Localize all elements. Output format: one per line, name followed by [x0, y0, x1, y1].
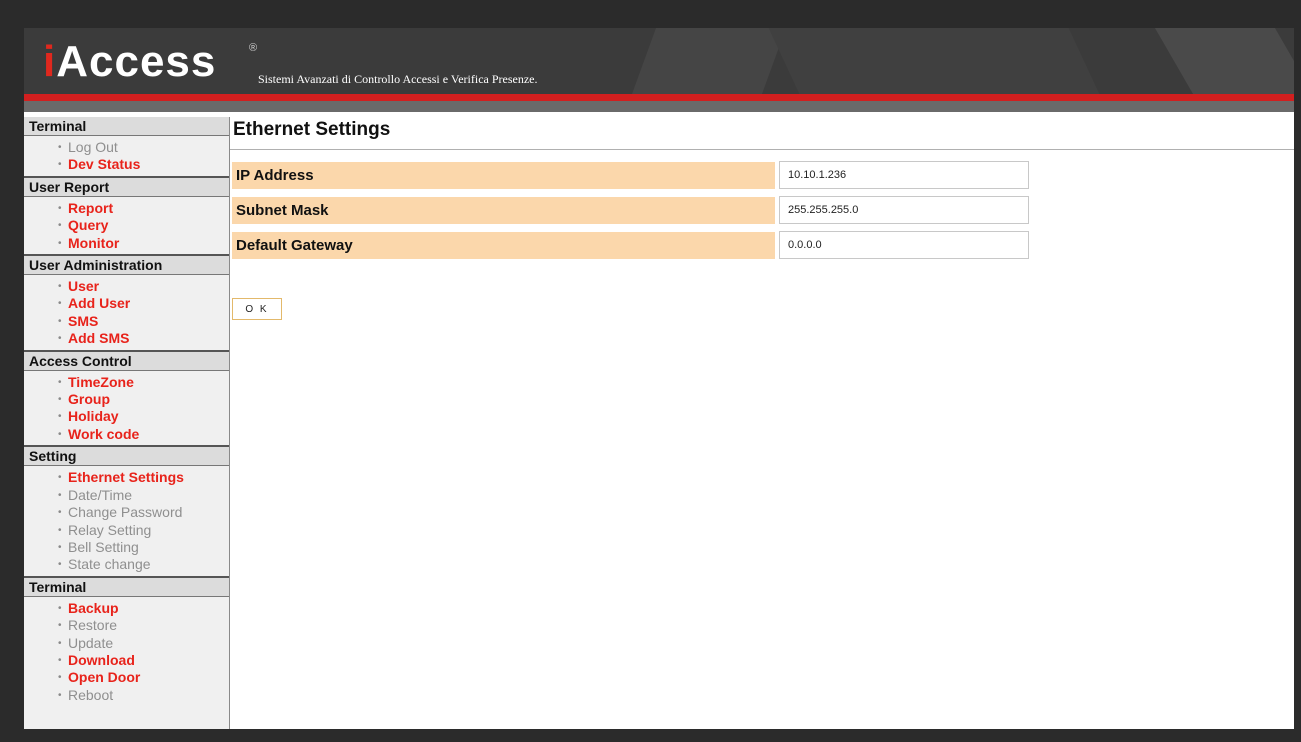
header-red-stripe	[24, 94, 1294, 101]
ip-address-label: IP Address	[232, 162, 775, 189]
menu-item-timezone[interactable]: TimeZone	[24, 374, 229, 392]
menu-list: Ethernet Settings Date/Time Change Passw…	[24, 466, 229, 575]
section-header-user-administration: User Administration	[24, 254, 229, 276]
menu-item-user[interactable]: User	[24, 278, 229, 296]
menu-item-relay-setting[interactable]: Relay Setting	[24, 522, 229, 540]
menu-item-log-out[interactable]: Log Out	[24, 139, 229, 157]
section-header-setting: Setting	[24, 445, 229, 467]
menu-list: Report Query Monitor	[24, 197, 229, 254]
menu-item-bell-setting[interactable]: Bell Setting	[24, 539, 229, 557]
logo-text: Access	[56, 37, 217, 86]
iaccess-logo: iAccess	[43, 40, 216, 84]
menu-item-open-door[interactable]: Open Door	[24, 669, 229, 687]
app-window: iAccess ® Sistemi Avanzati di Controllo …	[24, 28, 1294, 729]
menu-item-holiday[interactable]: Holiday	[24, 408, 229, 426]
subnet-mask-input[interactable]	[779, 196, 1029, 224]
menu-item-update[interactable]: Update	[24, 635, 229, 653]
menu-item-restore[interactable]: Restore	[24, 617, 229, 635]
menu-item-state-change[interactable]: State change	[24, 556, 229, 574]
section-header-user-report: User Report	[24, 175, 229, 197]
menu-item-ethernet-settings[interactable]: Ethernet Settings	[24, 469, 229, 487]
registered-mark: ®	[249, 42, 258, 54]
header-decoration	[631, 28, 787, 94]
header-decoration	[768, 28, 1100, 94]
ok-button[interactable]: O K	[232, 298, 282, 320]
section-header-terminal: Terminal	[24, 575, 229, 597]
title-divider	[230, 149, 1294, 150]
menu-item-download[interactable]: Download	[24, 652, 229, 670]
header-decoration	[1154, 28, 1294, 94]
section-header-access-control: Access Control	[24, 349, 229, 371]
main-content: Ethernet Settings IP Address Subnet Mask…	[230, 117, 1294, 729]
menu-list: User Add User SMS Add SMS	[24, 275, 229, 350]
menu-item-date-time[interactable]: Date/Time	[24, 487, 229, 505]
ip-address-input[interactable]	[779, 161, 1029, 189]
sidebar-nav: Terminal Log Out Dev Status User Report …	[24, 117, 230, 729]
menu-item-query[interactable]: Query	[24, 217, 229, 235]
menu-item-sms[interactable]: SMS	[24, 313, 229, 331]
menu-list: TimeZone Group Holiday Work code	[24, 371, 229, 446]
menu-item-monitor[interactable]: Monitor	[24, 235, 229, 253]
menu-item-reboot[interactable]: Reboot	[24, 687, 229, 705]
menu-list: Log Out Dev Status	[24, 136, 229, 176]
menu-item-report[interactable]: Report	[24, 200, 229, 218]
menu-item-add-user[interactable]: Add User	[24, 295, 229, 313]
default-gateway-input[interactable]	[779, 231, 1029, 259]
subnet-mask-label: Subnet Mask	[232, 197, 775, 224]
menu-item-work-code[interactable]: Work code	[24, 426, 229, 444]
tagline: Sistemi Avanzati di Controllo Accessi e …	[258, 72, 538, 86]
menu-item-backup[interactable]: Backup	[24, 600, 229, 618]
menu-item-dev-status[interactable]: Dev Status	[24, 156, 229, 174]
default-gateway-label: Default Gateway	[232, 232, 775, 259]
menu-item-add-sms[interactable]: Add SMS	[24, 330, 229, 348]
menu-item-group[interactable]: Group	[24, 391, 229, 409]
header-banner: iAccess ® Sistemi Avanzati di Controllo …	[24, 28, 1294, 94]
section-header-terminal: Terminal	[24, 117, 229, 136]
page-title: Ethernet Settings	[233, 119, 391, 140]
logo-i: i	[43, 37, 57, 86]
menu-item-change-password[interactable]: Change Password	[24, 504, 229, 522]
menu-list: Backup Restore Update Download Open Door…	[24, 597, 229, 706]
header-grey-stripe	[24, 101, 1294, 112]
